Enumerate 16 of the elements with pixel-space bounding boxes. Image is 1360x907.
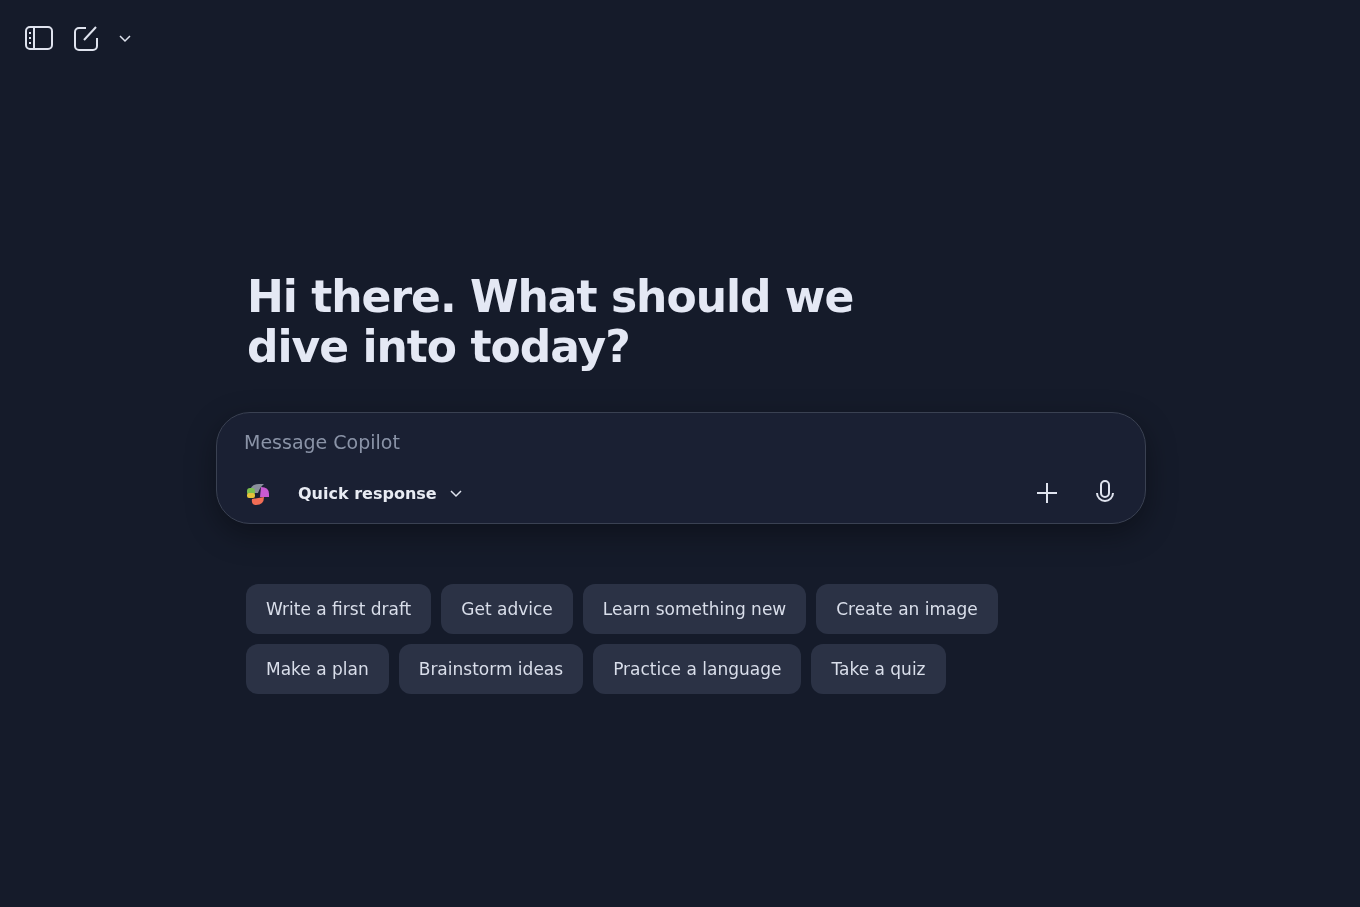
suggestion-chip[interactable]: Take a quiz bbox=[811, 644, 946, 694]
sidebar-toggle-icon[interactable] bbox=[24, 25, 54, 51]
chevron-down-icon[interactable] bbox=[118, 33, 132, 43]
suggestion-chip[interactable]: Practice a language bbox=[593, 644, 802, 694]
suggestion-chip[interactable]: Get advice bbox=[441, 584, 573, 634]
message-input[interactable]: Message Copilot bbox=[244, 431, 844, 453]
greeting-heading: Hi there. What should we dive into today? bbox=[247, 272, 855, 372]
chevron-down-icon bbox=[448, 488, 463, 498]
new-chat-icon[interactable] bbox=[72, 24, 100, 52]
suggestion-chip[interactable]: Create an image bbox=[816, 584, 998, 634]
add-icon[interactable] bbox=[1035, 481, 1059, 505]
suggestion-chip[interactable]: Learn something new bbox=[582, 584, 807, 634]
mode-dropdown[interactable]: Quick response bbox=[298, 483, 463, 503]
suggestion-chip[interactable]: Brainstorm ideas bbox=[398, 644, 584, 694]
suggestion-chip[interactable]: Write a first draft bbox=[246, 584, 432, 634]
suggestion-chip[interactable]: Make a plan bbox=[246, 644, 389, 694]
